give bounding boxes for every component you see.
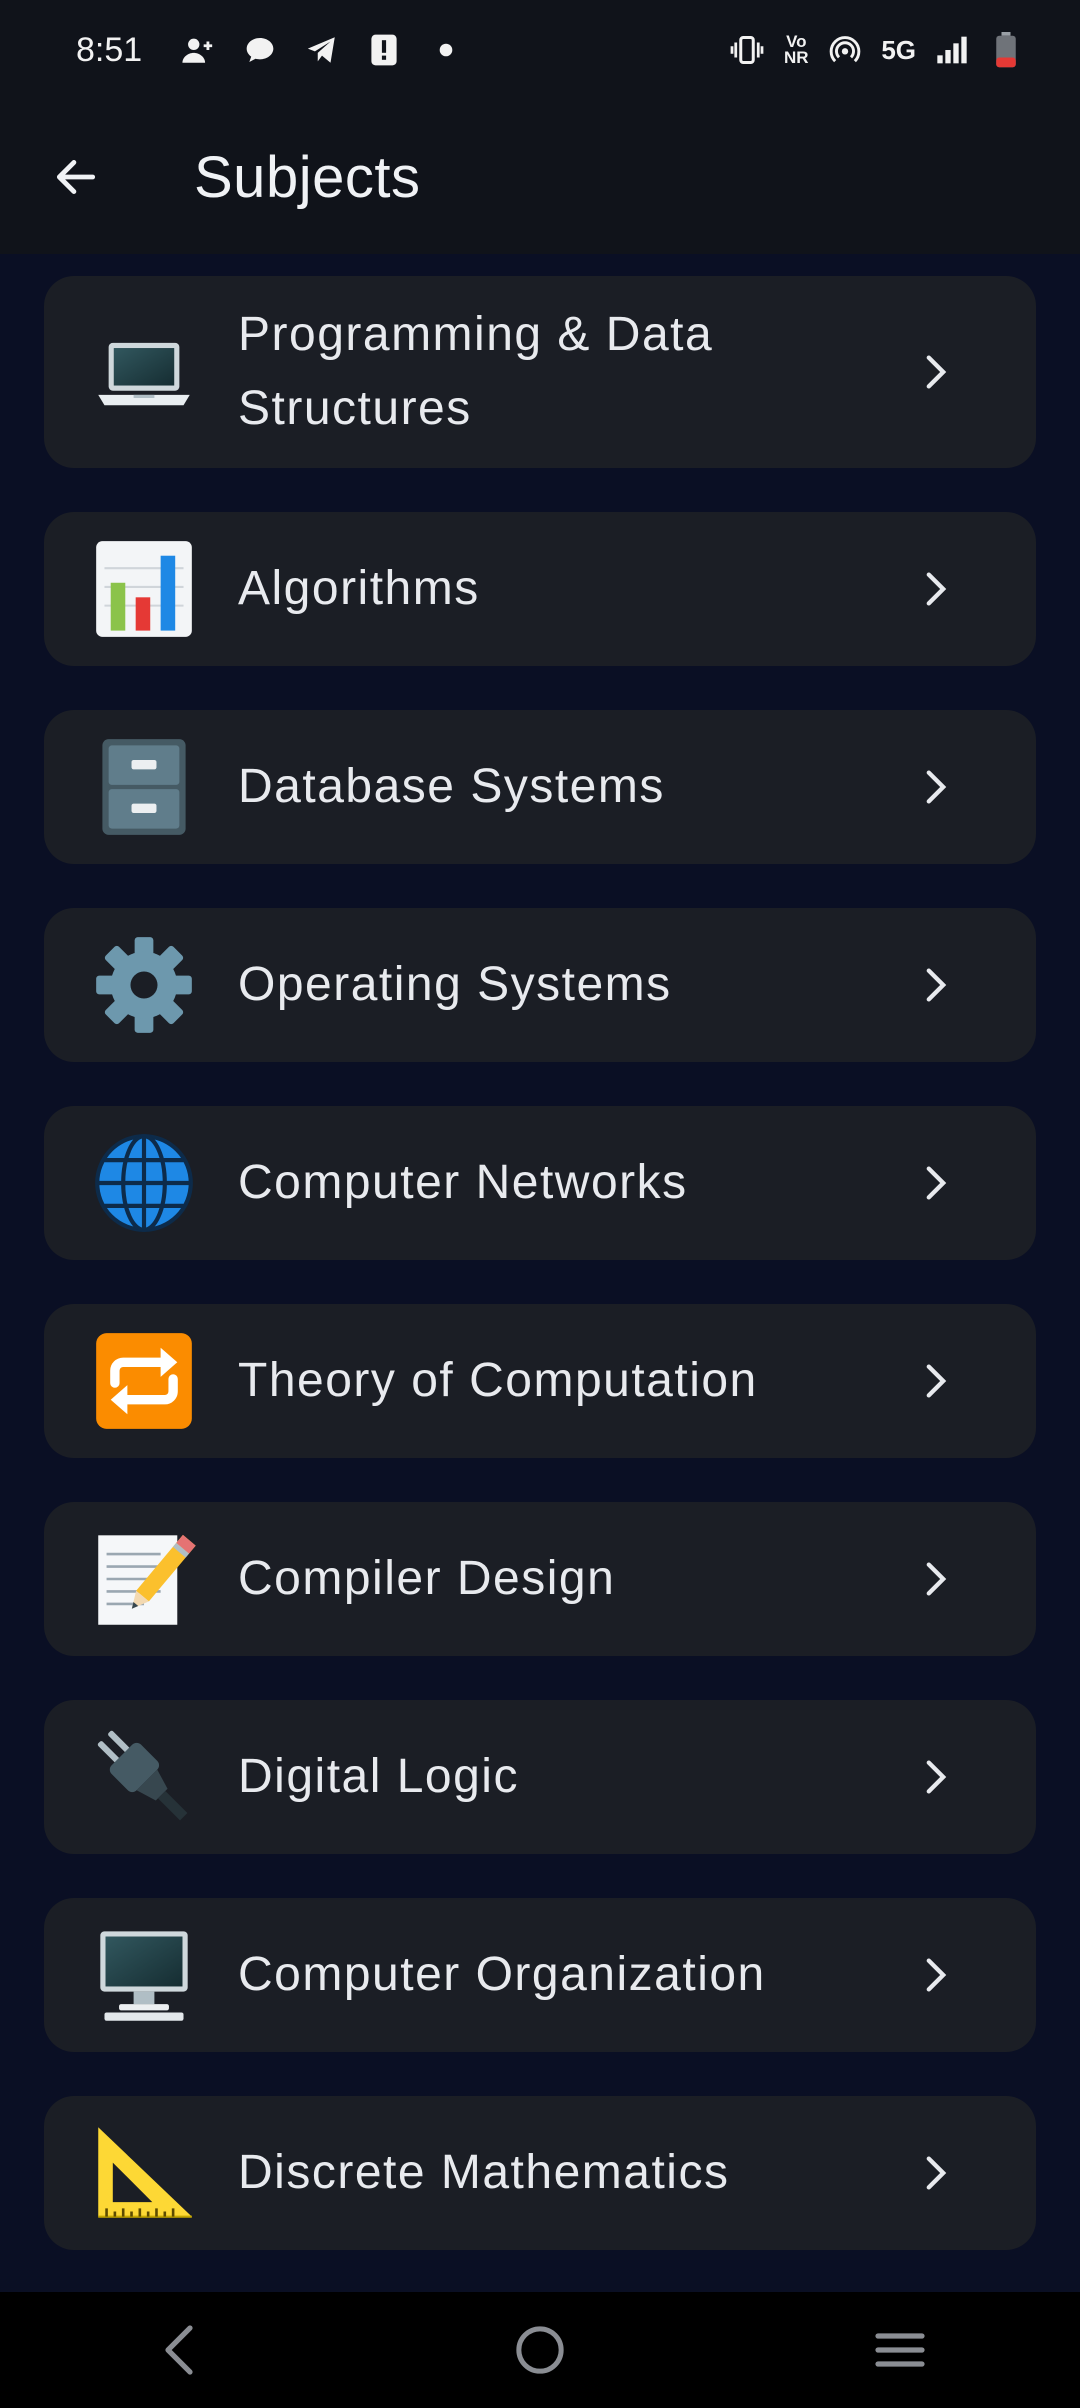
gear-icon (92, 933, 196, 1037)
alert-icon (366, 32, 402, 68)
subject-label: Programming & Data Structures (238, 308, 714, 435)
subject-label: Computer Networks (238, 1156, 688, 1209)
chevron-right-icon (916, 1757, 956, 1797)
app-bar: Subjects (0, 100, 1080, 254)
network-type: 5G (881, 34, 916, 65)
memo-icon (92, 1527, 196, 1631)
signal-icon (934, 32, 970, 68)
system-nav-bar (0, 2292, 1080, 2408)
back-button[interactable] (36, 137, 116, 217)
subject-item-algorithms[interactable]: Algorithms (44, 512, 1036, 666)
nav-back-icon (165, 2325, 193, 2375)
subject-list: Programming & Data Structures Algorithms (0, 254, 1080, 2292)
repeat-icon (92, 1329, 196, 1433)
subject-label: Algorithms (238, 562, 480, 615)
subject-label: Computer Organization (238, 1948, 766, 2001)
subject-label: Theory of Computation (238, 1354, 758, 1407)
subject-item-computer-networks[interactable]: Computer Networks (44, 1106, 1036, 1260)
dot-icon (428, 32, 464, 68)
status-right: Vo NR 5G (729, 32, 1024, 68)
chevron-right-icon (916, 1559, 956, 1599)
subject-label: Operating Systems (238, 958, 672, 1011)
chevron-right-icon (916, 2153, 956, 2193)
page-title: Subjects (194, 144, 421, 210)
battery-low-icon (988, 32, 1024, 68)
chevron-right-icon (916, 569, 956, 609)
subject-label: Discrete Mathematics (238, 2146, 730, 2199)
file-cabinet-icon (92, 735, 196, 839)
subject-item-database-systems[interactable]: Database Systems (44, 710, 1036, 864)
subject-item-programming-data-structures[interactable]: Programming & Data Structures (44, 276, 1036, 468)
subject-item-discrete-mathematics[interactable]: Discrete Mathematics (44, 2096, 1036, 2250)
chat-bubble-icon (242, 32, 278, 68)
chevron-right-icon (916, 1955, 956, 1995)
hotspot-icon (827, 32, 863, 68)
desktop-computer-icon (92, 1923, 196, 2027)
telegram-icon (304, 32, 340, 68)
chevron-right-icon (916, 767, 956, 807)
subject-item-operating-systems[interactable]: Operating Systems (44, 908, 1036, 1062)
nav-home-button[interactable] (480, 2300, 600, 2400)
status-time: 8:51 (76, 30, 143, 69)
chevron-right-icon (916, 352, 956, 392)
globe-icon (92, 1131, 196, 1235)
chevron-right-icon (916, 965, 956, 1005)
chevron-right-icon (916, 1361, 956, 1401)
plug-icon (92, 1725, 196, 1829)
laptop-icon (92, 320, 196, 424)
status-left: 8:51 (76, 31, 464, 70)
triangle-ruler-icon (92, 2121, 196, 2225)
subject-label: Digital Logic (238, 1750, 519, 1803)
subject-label: Database Systems (238, 760, 665, 813)
vibrate-icon (729, 32, 765, 68)
subject-item-compiler-design[interactable]: Compiler Design (44, 1502, 1036, 1656)
add-contact-icon (180, 32, 216, 68)
status-bar: 8:51 Vo NR 5G (0, 0, 1080, 100)
chevron-right-icon (916, 1163, 956, 1203)
subject-label: Compiler Design (238, 1552, 616, 1605)
nav-back-button[interactable] (120, 2300, 240, 2400)
nav-recents-icon (875, 2333, 925, 2367)
nav-home-icon (516, 2326, 564, 2374)
arrow-left-icon (56, 160, 96, 194)
bar-chart-icon (92, 537, 196, 641)
subject-item-computer-organization[interactable]: Computer Organization (44, 1898, 1036, 2052)
subject-item-digital-logic[interactable]: Digital Logic (44, 1700, 1036, 1854)
nav-recents-button[interactable] (840, 2300, 960, 2400)
volte-label: Vo NR (784, 32, 809, 67)
subject-item-theory-of-computation[interactable]: Theory of Computation (44, 1304, 1036, 1458)
